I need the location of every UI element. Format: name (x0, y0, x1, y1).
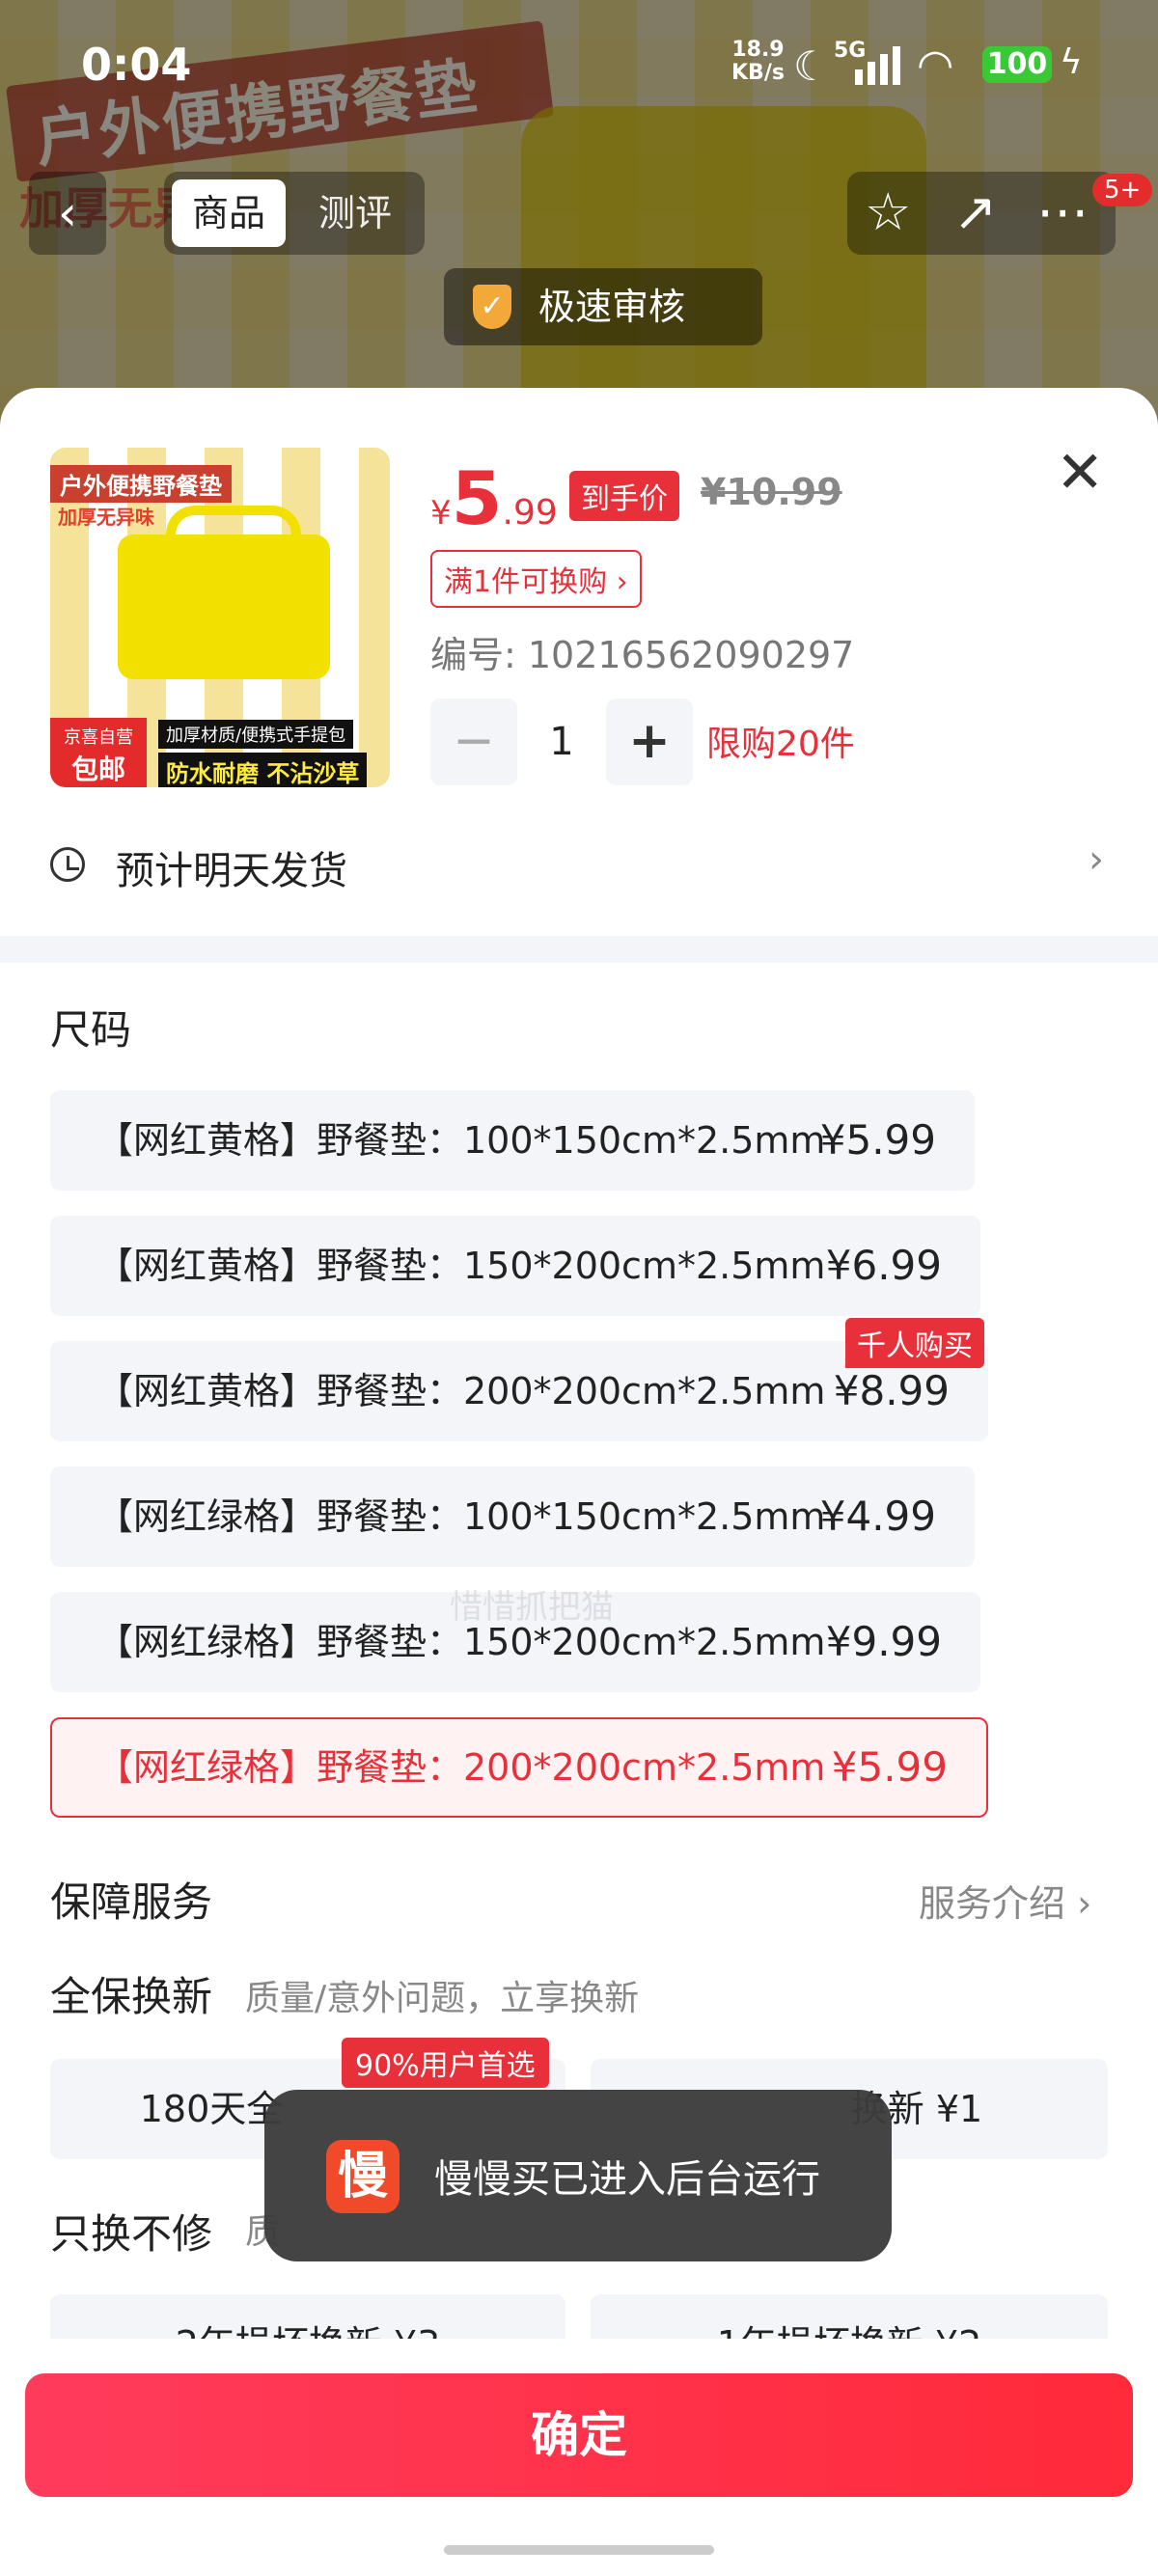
thumb-title: 户外便携野餐垫 (50, 465, 232, 503)
nav-tabs: 商品 测评 (164, 172, 425, 255)
chevron-right-icon: › (1077, 1882, 1092, 1925)
audit-pill: ✓ 极速审核 (444, 268, 762, 345)
status-bar: 0:04 18.9 KB/s ☾ 5G ◠ 100 ϟ (0, 0, 1158, 125)
tab-review[interactable]: 测评 (318, 179, 392, 247)
thumb-feature-2: 防水耐磨 不沾沙草 (158, 753, 368, 787)
current-price: ¥5.99 (430, 455, 558, 541)
tab-product[interactable]: 商品 (172, 179, 286, 247)
moon-icon: ☾ (793, 42, 830, 90)
swap-only-title: 只换不修 (50, 2210, 213, 2258)
full-protection-subtitle: 质量/意外问题，立享换新 (245, 1979, 640, 2018)
close-icon[interactable]: ✕ (1056, 444, 1104, 502)
final-price-tag: 到手价 (569, 471, 679, 521)
self-operated-badge: 京喜自营 包邮 (50, 718, 147, 787)
thumb-subtitle: 加厚无异味 (58, 506, 154, 529)
shield-icon: ✓ (473, 285, 511, 329)
size-option[interactable]: 【网红黄格】野餐垫：150*200cm*2.5mm ¥6.99 (50, 1216, 980, 1316)
thumb-feature-1: 加厚材质/便携式手提包 (158, 720, 354, 749)
preferred-badge: 90%用户首选 (342, 2038, 549, 2088)
confirm-button[interactable]: 确定 (25, 2373, 1133, 2497)
home-indicator[interactable] (444, 2545, 714, 2555)
signal-icon (855, 44, 900, 85)
message-badge: 5+ (1092, 174, 1153, 206)
wifi-icon: ◠ (917, 41, 954, 90)
section-divider (0, 936, 1158, 963)
background-toast: 慢 慢慢买已进入后台运行 (264, 2090, 892, 2261)
status-time: 0:04 (81, 39, 192, 91)
shipping-row[interactable]: 预计明天发货 › (0, 820, 1158, 913)
share-icon[interactable]: ↗ (953, 181, 997, 242)
size-option-selected[interactable]: 【网红绿格】野餐垫：200*200cm*2.5mm ¥5.99 (50, 1717, 988, 1818)
product-thumbnail[interactable]: 户外便携野餐垫 加厚无异味 京喜自营 包邮 加厚材质/便携式手提包 防水耐磨 不… (50, 448, 390, 787)
service-intro-link[interactable]: 服务介绍 › (919, 1874, 1091, 1927)
more-icon[interactable]: ⋯ (1036, 181, 1089, 242)
increase-button[interactable]: + (606, 699, 693, 785)
nav-actions: ☆ ↗ ⋯ (847, 172, 1116, 255)
purchase-limit: 限购20件 (706, 725, 855, 764)
network-speed: 18.9 KB/s (731, 38, 785, 85)
decrease-button[interactable]: − (430, 699, 517, 785)
size-option[interactable]: 【网红绿格】野餐垫：100*150cm*2.5mm ¥4.99 (50, 1466, 975, 1567)
chevron-right-icon: › (1089, 837, 1104, 882)
star-icon[interactable]: ☆ (865, 181, 911, 242)
full-protection-title: 全保换新 (50, 1973, 213, 2020)
original-price: ¥10.99 (701, 471, 842, 513)
toast-message: 慢慢买已进入后台运行 (434, 2157, 820, 2202)
bottom-bar: 确定 (0, 2339, 1158, 2576)
quantity-stepper: − 1 + (430, 699, 710, 785)
chevron-right-icon: › (616, 565, 628, 599)
watermark: 惜惜抓把猫 (450, 1588, 614, 1627)
audit-text: 极速审核 (538, 286, 686, 328)
charging-icon: ϟ (1060, 42, 1083, 82)
bag-body (118, 534, 330, 679)
battery-icon: 100 (982, 46, 1052, 83)
shipping-text: 预计明天发货 (116, 849, 347, 893)
app-logo-icon: 慢 (326, 2140, 400, 2213)
swap-purchase-tag[interactable]: 满1件可换购 › (430, 550, 642, 608)
clock-icon (50, 847, 85, 882)
chevron-left-icon: ‹ (58, 185, 77, 241)
service-section-title: 保障服务 (50, 1878, 213, 1926)
product-code: 编号: 10216562090297 (430, 634, 855, 676)
size-section-title: 尺码 (50, 1006, 132, 1054)
size-option[interactable]: 【网红黄格】野餐垫：100*150cm*2.5mm ¥5.99 (50, 1090, 975, 1191)
hot-badge: 千人购买 (845, 1318, 984, 1368)
quantity-value[interactable]: 1 (517, 699, 606, 785)
back-button[interactable]: ‹ (29, 172, 106, 255)
